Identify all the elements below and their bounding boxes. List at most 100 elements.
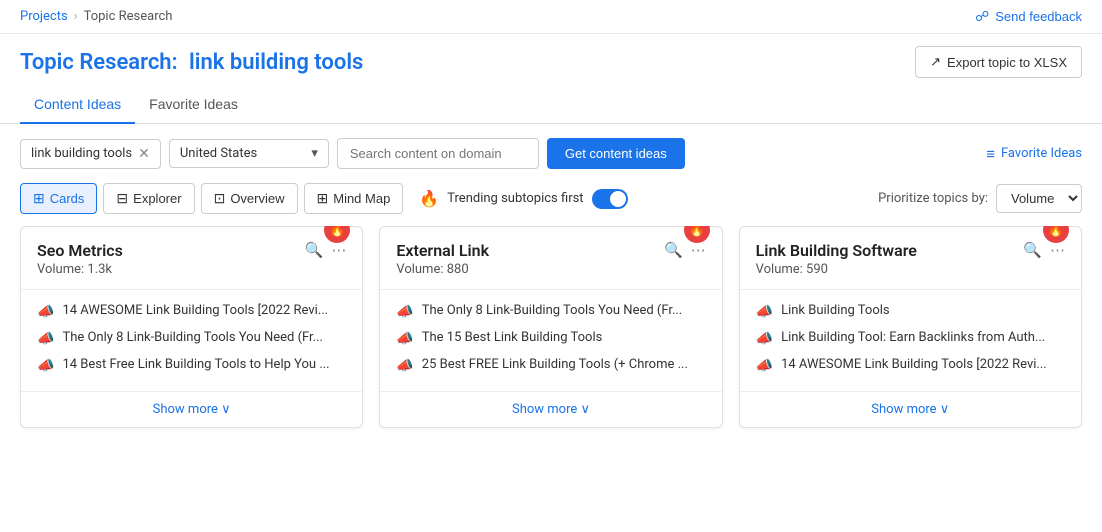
chevron-down-icon: ▾ — [311, 146, 318, 161]
breadcrumb: Projects › Topic Research — [20, 9, 172, 24]
card-links: 📣 14 AWESOME Link Building Tools [2022 R… — [21, 298, 362, 387]
megaphone-icon: 📣 — [37, 331, 54, 347]
card-search-button[interactable]: 🔍 — [305, 241, 324, 259]
card-search-button[interactable]: 🔍 — [1023, 241, 1042, 259]
card-title-block: Link Building Software Volume: 590 — [756, 241, 1024, 277]
megaphone-icon: 📣 — [37, 358, 54, 374]
card-divider — [740, 289, 1081, 290]
card-title: Link Building Software — [756, 241, 1024, 260]
search-tag-close[interactable]: ✕ — [138, 146, 150, 162]
card-link-item: 📣 14 AWESOME Link Building Tools [2022 R… — [37, 298, 346, 325]
card-divider — [21, 289, 362, 290]
card-actions: 🔍 ⋯ — [664, 241, 706, 259]
card-actions: 🔍 ⋯ — [305, 241, 347, 259]
page-title-dynamic: link building tools — [189, 50, 363, 75]
controls-row: link building tools ✕ United States ▾ Ge… — [0, 124, 1102, 183]
tabs-bar: Content Ideas Favorite Ideas — [0, 86, 1102, 124]
overview-icon: ⊡ — [214, 190, 226, 207]
megaphone-icon: 📣 — [756, 331, 773, 347]
trending-label: Trending subtopics first — [447, 191, 583, 206]
card-show-more[interactable]: Show more ∨ — [21, 391, 362, 427]
mindmap-icon: ⊞ — [317, 190, 329, 207]
card-link-text: The 15 Best Link Building Tools — [422, 330, 603, 345]
card-link-text: 25 Best FREE Link Building Tools (+ Chro… — [422, 357, 688, 372]
view-cards-label: Cards — [50, 191, 85, 206]
megaphone-icon: 📣 — [396, 304, 413, 320]
send-feedback-label: Send feedback — [995, 9, 1082, 24]
table-icon: ⊟ — [116, 190, 128, 207]
prioritize-label: Prioritize topics by: — [878, 191, 988, 206]
card-title: External Link — [396, 241, 664, 260]
fav-ideas-label: Favorite Ideas — [1001, 146, 1082, 161]
megaphone-icon: 📣 — [396, 358, 413, 374]
megaphone-icon: 📣 — [37, 304, 54, 320]
view-overview-label: Overview — [230, 191, 284, 206]
view-mindmap-button[interactable]: ⊞ Mind Map — [304, 183, 404, 214]
card-link-text: 14 Best Free Link Building Tools to Help… — [62, 357, 329, 372]
favorite-ideas-link[interactable]: ≡ Favorite Ideas — [986, 145, 1082, 163]
card-volume: Volume: 880 — [396, 262, 664, 277]
view-explorer-button[interactable]: ⊟ Explorer — [103, 183, 194, 214]
card-header: Seo Metrics Volume: 1.3k 🔍 ⋯ — [21, 227, 362, 285]
card-link-text: Link Building Tool: Earn Backlinks from … — [781, 330, 1045, 345]
card-link-item: 📣 The Only 8 Link-Building Tools You Nee… — [396, 298, 705, 325]
priority-select[interactable]: Volume — [996, 184, 1082, 213]
card-link-text: The Only 8 Link-Building Tools You Need … — [422, 303, 683, 318]
card-links: 📣 The Only 8 Link-Building Tools You Nee… — [380, 298, 721, 387]
view-cards-button[interactable]: ⊞ Cards — [20, 183, 97, 214]
cards-icon: ⊞ — [33, 190, 45, 207]
fire-icon: 🔥 — [419, 189, 439, 208]
card-link-text: Link Building Tools — [781, 303, 890, 318]
breadcrumb-separator: › — [74, 9, 78, 24]
card-external-link: 🔥 External Link Volume: 880 🔍 ⋯ 📣 The On… — [379, 226, 722, 428]
view-overview-button[interactable]: ⊡ Overview — [201, 183, 298, 214]
tab-favorite-ideas-label: Favorite Ideas — [149, 96, 238, 112]
search-tag: link building tools ✕ — [20, 139, 161, 169]
card-title: Seo Metrics — [37, 241, 305, 260]
export-icon: ↗ — [930, 54, 941, 70]
card-more-button[interactable]: ⋯ — [691, 241, 706, 259]
get-content-ideas-label: Get content ideas — [565, 146, 667, 161]
send-feedback-button[interactable]: ☍ Send feedback — [975, 8, 1082, 25]
country-selector[interactable]: United States ▾ — [169, 139, 329, 168]
card-link-item: 📣 Link Building Tools — [756, 298, 1065, 325]
card-link-item: 📣 25 Best FREE Link Building Tools (+ Ch… — [396, 352, 705, 379]
page-title: Topic Research: link building tools — [20, 50, 363, 75]
page-header: Topic Research: link building tools ↗ Ex… — [0, 34, 1102, 86]
breadcrumb-parent[interactable]: Projects — [20, 9, 68, 24]
card-link-item: 📣 The 15 Best Link Building Tools — [396, 325, 705, 352]
search-tag-value: link building tools — [31, 146, 132, 161]
country-value: United States — [180, 146, 257, 161]
tab-content-ideas-label: Content Ideas — [34, 96, 121, 112]
tab-content-ideas[interactable]: Content Ideas — [20, 86, 135, 124]
card-links: 📣 Link Building Tools 📣 Link Building To… — [740, 298, 1081, 387]
card-show-more[interactable]: Show more ∨ — [380, 391, 721, 427]
card-search-button[interactable]: 🔍 — [664, 241, 683, 259]
card-volume: Volume: 590 — [756, 262, 1024, 277]
megaphone-icon: 📣 — [396, 331, 413, 347]
card-more-button[interactable]: ⋯ — [331, 241, 346, 259]
top-bar: Projects › Topic Research ☍ Send feedbac… — [0, 0, 1102, 34]
domain-search-input[interactable] — [337, 138, 539, 169]
view-explorer-label: Explorer — [133, 191, 181, 206]
breadcrumb-current: Topic Research — [84, 9, 173, 24]
feedback-icon: ☍ — [975, 8, 989, 25]
card-link-item: 📣 Link Building Tool: Earn Backlinks fro… — [756, 325, 1065, 352]
export-button[interactable]: ↗ Export topic to XLSX — [915, 46, 1082, 78]
card-show-more[interactable]: Show more ∨ — [740, 391, 1081, 427]
get-content-ideas-button[interactable]: Get content ideas — [547, 138, 685, 169]
trending-toggle[interactable] — [592, 189, 628, 209]
trending-toggle-row: 🔥 Trending subtopics first — [419, 189, 627, 209]
card-link-item: 📣 The Only 8 Link-Building Tools You Nee… — [37, 325, 346, 352]
card-volume: Volume: 1.3k — [37, 262, 305, 277]
prioritize-row: Prioritize topics by: Volume — [878, 184, 1082, 213]
megaphone-icon: 📣 — [756, 358, 773, 374]
tab-favorite-ideas[interactable]: Favorite Ideas — [135, 86, 252, 124]
card-title-block: External Link Volume: 880 — [396, 241, 664, 277]
view-row: ⊞ Cards ⊟ Explorer ⊡ Overview ⊞ Mind Map… — [0, 183, 1102, 226]
card-seo-metrics: 🔥 Seo Metrics Volume: 1.3k 🔍 ⋯ 📣 14 AWES… — [20, 226, 363, 428]
megaphone-icon: 📣 — [756, 304, 773, 320]
card-title-block: Seo Metrics Volume: 1.3k — [37, 241, 305, 277]
card-more-button[interactable]: ⋯ — [1050, 241, 1065, 259]
card-actions: 🔍 ⋯ — [1023, 241, 1065, 259]
